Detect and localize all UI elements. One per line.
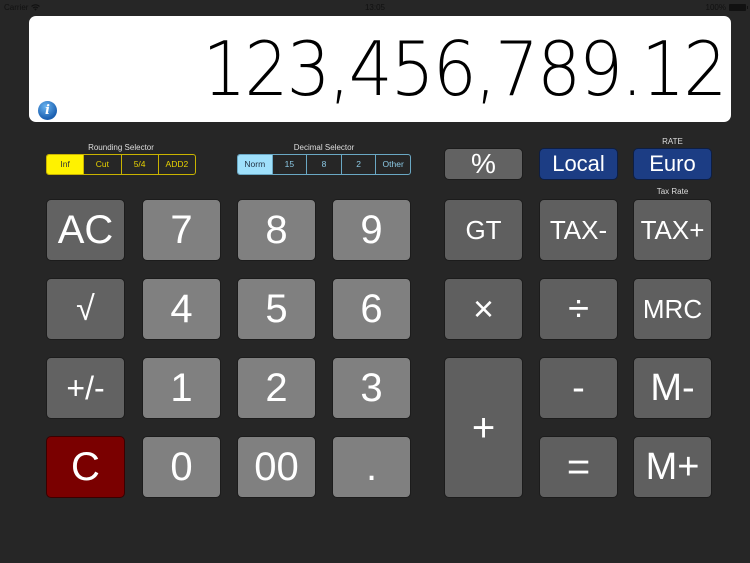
memory-minus-key[interactable]: M- (633, 357, 712, 419)
equals-key[interactable]: = (539, 436, 618, 498)
key-1[interactable]: 1 (142, 357, 221, 419)
decimal-option-8[interactable]: 8 (307, 155, 342, 174)
display-value: 123,456,789.12 (202, 25, 727, 113)
rounding-option-cut[interactable]: Cut (84, 155, 122, 174)
info-icon[interactable]: i (38, 101, 57, 120)
key-5[interactable]: 5 (237, 278, 316, 340)
decimal-option-norm[interactable]: Norm (238, 155, 273, 174)
percent-button[interactable]: % (444, 148, 523, 180)
decimal-selector-label: Decimal Selector (293, 143, 355, 152)
rounding-option-add2[interactable]: ADD2 (159, 155, 195, 174)
key-9[interactable]: 9 (332, 199, 411, 261)
memory-recall-clear-key[interactable]: MRC (633, 278, 712, 340)
battery-indicator: 100% (705, 3, 748, 12)
memory-plus-key[interactable]: M+ (633, 436, 712, 498)
key-6[interactable]: 6 (332, 278, 411, 340)
calculator-display: 123,456,789.12 i (29, 16, 731, 122)
divide-key[interactable]: ÷ (539, 278, 618, 340)
minus-key[interactable]: - (539, 357, 618, 419)
decimal-option-15[interactable]: 15 (273, 155, 308, 174)
tax-minus-key[interactable]: TAX- (539, 199, 618, 261)
rounding-option-inf[interactable]: Inf (47, 155, 85, 174)
all-clear-key[interactable]: AC (46, 199, 125, 261)
battery-percent: 100% (705, 3, 726, 12)
key-3[interactable]: 3 (332, 357, 411, 419)
clock: 13:05 (364, 3, 386, 12)
key-00[interactable]: 00 (237, 436, 316, 498)
tax-plus-key[interactable]: TAX+ (633, 199, 712, 261)
tax-rate-label: Tax Rate (656, 187, 689, 196)
sign-toggle-key[interactable]: +/- (46, 357, 125, 419)
decimal-point-key[interactable]: . (332, 436, 411, 498)
multiply-key[interactable]: × (444, 278, 523, 340)
grand-total-key[interactable]: GT (444, 199, 523, 261)
plus-key[interactable]: + (444, 357, 523, 498)
clear-key[interactable]: C (46, 436, 125, 498)
key-7[interactable]: 7 (142, 199, 221, 261)
decimal-option-other[interactable]: Other (376, 155, 410, 174)
square-root-key[interactable]: √ (46, 278, 125, 340)
rounding-selector[interactable]: Inf Cut 5/4 ADD2 (46, 154, 196, 175)
local-button[interactable]: Local (539, 148, 618, 180)
battery-icon (729, 4, 748, 11)
euro-rate-button[interactable]: Euro (633, 148, 712, 180)
rounding-option-5-4[interactable]: 5/4 (122, 155, 159, 174)
key-2[interactable]: 2 (237, 357, 316, 419)
key-4[interactable]: 4 (142, 278, 221, 340)
key-8[interactable]: 8 (237, 199, 316, 261)
status-bar: Carrier 13:05 100% (0, 0, 750, 15)
decimal-selector[interactable]: Norm 15 8 2 Other (237, 154, 411, 175)
decimal-option-2[interactable]: 2 (342, 155, 377, 174)
rounding-selector-label: Rounding Selector (88, 143, 154, 152)
key-0[interactable]: 0 (142, 436, 221, 498)
rate-label: RATE (662, 137, 683, 146)
